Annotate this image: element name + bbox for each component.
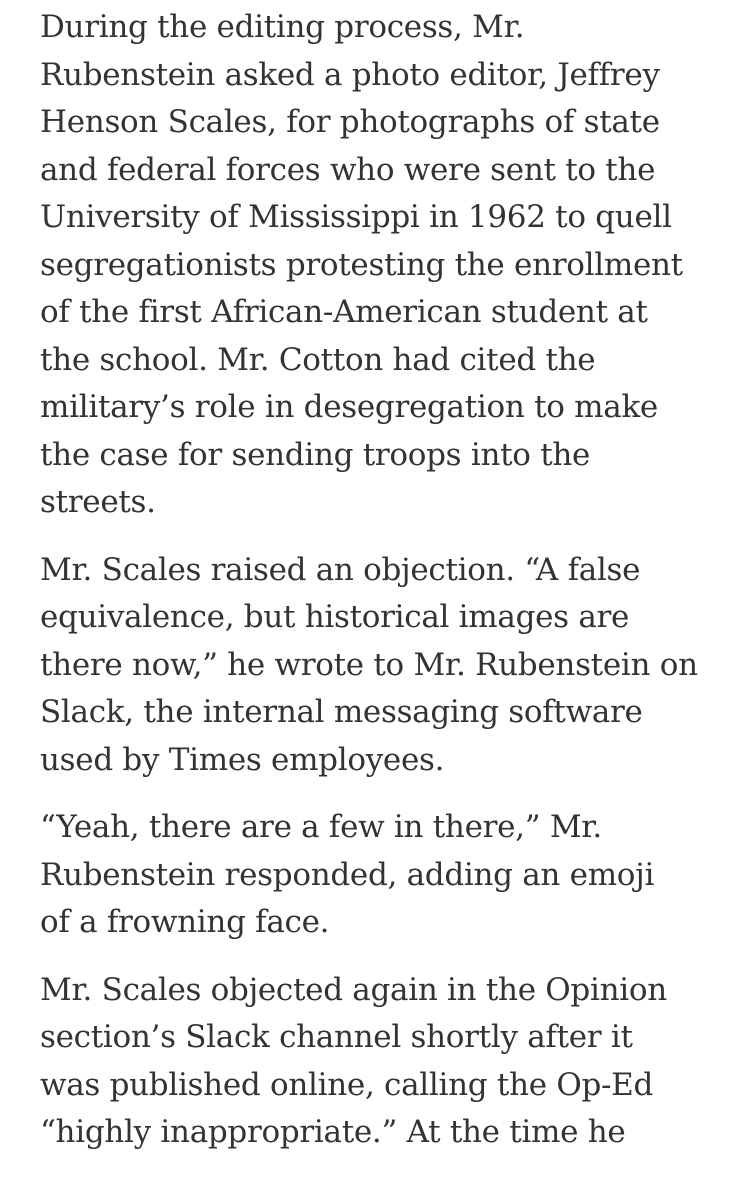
text-line: was published online, calling the Op-Ed [40, 1066, 654, 1103]
text-line: military’s role in desegregation to make [40, 389, 658, 425]
text-line: there now,” he wrote to Mr. Rubenstein o… [40, 646, 698, 683]
article-body: During the editing process, Mr. Rubenste… [40, 4, 720, 1157]
text-line: “highly inappropriate.” At the time he [40, 1114, 626, 1150]
text-line: Rubenstein asked a photo editor, Jeffrey [40, 56, 660, 93]
paragraph-editing-process: During the editing process, Mr. Rubenste… [40, 4, 720, 527]
text-line: the school. Mr. Cotton had cited the [40, 341, 596, 378]
text-line: Slack, the internal messaging software [40, 694, 643, 730]
paragraph-scales-objection: Mr. Scales raised an objection. “A false… [40, 547, 720, 785]
paragraph-slack-channel: Mr. Scales objected again in the Opinion… [40, 967, 720, 1157]
text-line: “Yeah, there are a few in there,” Mr. [40, 809, 602, 845]
text-line: section’s Slack channel shortly after it [40, 1019, 633, 1055]
text-line: Henson Scales, for photographs of state [40, 104, 660, 140]
text-line: During the editing process, Mr. [40, 9, 525, 45]
text-line: streets. [40, 484, 156, 520]
text-line: segregationists protesting the enrollmen… [40, 246, 683, 283]
text-line: of the first African-American student at [40, 294, 648, 330]
text-line: Mr. Scales raised an objection. “A false [40, 551, 641, 588]
text-line: Rubenstein responded, adding an emoji [40, 856, 655, 893]
text-line: of a frowning face. [40, 904, 330, 940]
text-line: equivalence, but historical images are [40, 599, 630, 635]
text-line: Mr. Scales objected again in the Opinion [40, 971, 667, 1008]
text-line: used by Times employees. [40, 741, 445, 778]
text-line: and federal forces who were sent to the [40, 151, 656, 188]
text-line: University of Mississippi in 1962 to que… [40, 199, 672, 235]
paragraph-rubenstein-response: “Yeah, there are a few in there,” Mr. Ru… [40, 804, 720, 947]
text-line: the case for sending troops into the [40, 436, 591, 473]
